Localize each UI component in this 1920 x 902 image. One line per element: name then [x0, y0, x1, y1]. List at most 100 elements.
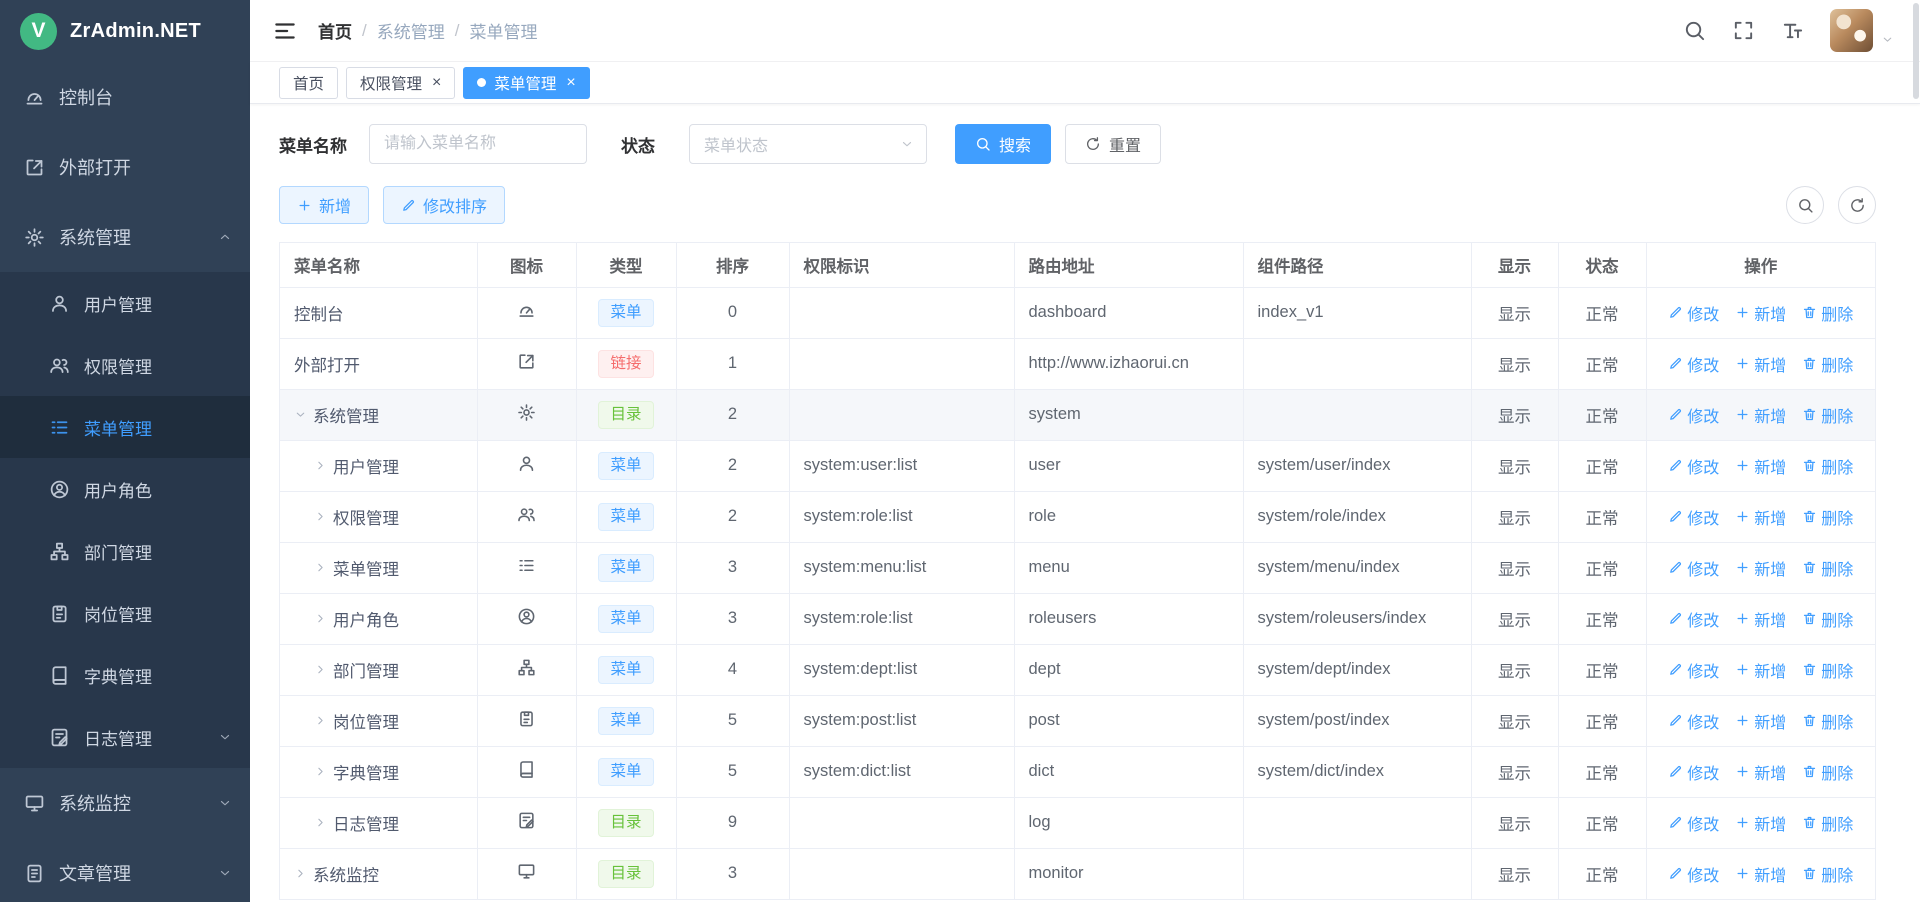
close-icon[interactable]: × [566, 75, 575, 91]
row-add-link[interactable]: 新增 [1735, 556, 1786, 580]
expand-caret-right-icon[interactable] [314, 459, 327, 472]
scrollbar-thumb[interactable] [1913, 3, 1919, 99]
row-edit-link[interactable]: 修改 [1668, 862, 1719, 886]
expand-caret-right-icon[interactable] [294, 867, 307, 880]
reset-button[interactable]: 重置 [1065, 124, 1161, 164]
row-actions: 修改新增删除 [1661, 811, 1862, 835]
sidebar-item-post[interactable]: 岗位管理 [0, 582, 250, 644]
type-tag: 菜单 [598, 656, 653, 684]
edit-icon [1668, 866, 1683, 881]
app-logo[interactable]: V ZrAdmin.NET [0, 0, 250, 62]
table-cell: 系统监控 [280, 848, 477, 899]
row-edit-link[interactable]: 修改 [1668, 658, 1719, 682]
menu-status-select[interactable]: 菜单状态 [689, 124, 927, 164]
avatar[interactable] [1830, 9, 1873, 52]
row-edit-link[interactable]: 修改 [1668, 811, 1719, 835]
sidebar-item-menu[interactable]: 菜单管理 [0, 396, 250, 458]
search-icon[interactable] [1683, 19, 1706, 42]
row-actions: 修改新增删除 [1661, 556, 1862, 580]
fullscreen-icon[interactable] [1732, 19, 1755, 42]
expand-caret-right-icon[interactable] [314, 816, 327, 829]
table-cell: 修改新增删除 [1646, 542, 1875, 593]
menu-name-input[interactable] [369, 124, 587, 164]
row-delete-link[interactable]: 删除 [1802, 352, 1853, 376]
font-size-icon[interactable] [1781, 19, 1804, 42]
tab-home[interactable]: 首页 [279, 67, 338, 99]
active-tab-dot [477, 78, 486, 87]
row-add-link[interactable]: 新增 [1735, 301, 1786, 325]
expand-caret-right-icon[interactable] [314, 765, 327, 778]
row-edit-link[interactable]: 修改 [1668, 709, 1719, 733]
row-edit-link[interactable]: 修改 [1668, 607, 1719, 631]
row-delete-link[interactable]: 删除 [1802, 556, 1853, 580]
row-delete-link[interactable]: 删除 [1802, 658, 1853, 682]
add-button[interactable]: 新增 [279, 186, 369, 224]
modify-sort-button[interactable]: 修改排序 [383, 186, 505, 224]
row-delete-link[interactable]: 删除 [1802, 505, 1853, 529]
sidebar-item-log[interactable]: 日志管理 [0, 706, 250, 768]
sidebar-item-monitor[interactable]: 系统监控 [0, 768, 250, 838]
type-tag: 菜单 [598, 299, 653, 327]
expand-caret-right-icon[interactable] [314, 612, 327, 625]
row-delete-link[interactable]: 删除 [1802, 607, 1853, 631]
page-scrollbar[interactable] [1912, 0, 1920, 902]
sidebar-item-dict[interactable]: 字典管理 [0, 644, 250, 706]
route-cell: dept [1014, 644, 1243, 695]
sidebar-item-dept[interactable]: 部门管理 [0, 520, 250, 582]
row-add-link[interactable]: 新增 [1735, 811, 1786, 835]
expand-caret-right-icon[interactable] [314, 663, 327, 676]
refresh-table-button[interactable] [1838, 186, 1876, 224]
row-delete-link[interactable]: 删除 [1802, 403, 1853, 427]
tab-menu[interactable]: 菜单管理× [463, 67, 589, 99]
row-add-link[interactable]: 新增 [1735, 505, 1786, 529]
row-delete-link[interactable]: 删除 [1802, 301, 1853, 325]
row-edit-link[interactable]: 修改 [1668, 352, 1719, 376]
row-delete-link[interactable]: 删除 [1802, 862, 1853, 886]
table-cell: 岗位管理 [280, 695, 477, 746]
row-add-link[interactable]: 新增 [1735, 607, 1786, 631]
expand-caret-right-icon[interactable] [314, 561, 327, 574]
row-edit-link[interactable]: 修改 [1668, 760, 1719, 784]
row-add-link[interactable]: 新增 [1735, 352, 1786, 376]
expand-caret-down-icon[interactable] [294, 408, 307, 421]
table-cell [477, 542, 576, 593]
row-add-link[interactable]: 新增 [1735, 454, 1786, 478]
close-icon[interactable]: × [432, 75, 441, 91]
row-add-link[interactable]: 新增 [1735, 760, 1786, 784]
sidebar-item-system[interactable]: 系统管理 [0, 202, 250, 272]
sidebar-item-external[interactable]: 外部打开 [0, 132, 250, 202]
row-edit-link[interactable]: 修改 [1668, 454, 1719, 478]
status-cell: 正常 [1558, 746, 1646, 797]
show-search-button[interactable] [1786, 186, 1824, 224]
sidebar-item-article[interactable]: 文章管理 [0, 838, 250, 902]
row-add-link[interactable]: 新增 [1735, 403, 1786, 427]
visible-cell: 显示 [1471, 797, 1558, 848]
sidebar-item-role[interactable]: 权限管理 [0, 334, 250, 396]
search-button[interactable]: 搜索 [955, 124, 1051, 164]
row-edit-link[interactable]: 修改 [1668, 403, 1719, 427]
menu-icon [517, 556, 536, 575]
sidebar-item-user[interactable]: 用户管理 [0, 272, 250, 334]
row-delete-link[interactable]: 删除 [1802, 709, 1853, 733]
breadcrumb-item[interactable]: 首页 [318, 18, 352, 43]
sidebar-item-roleusers[interactable]: 用户角色 [0, 458, 250, 520]
row-delete-link[interactable]: 删除 [1802, 811, 1853, 835]
row-add-link[interactable]: 新增 [1735, 709, 1786, 733]
component-cell [1243, 797, 1471, 848]
row-delete-link[interactable]: 删除 [1802, 454, 1853, 478]
row-delete-link[interactable]: 删除 [1802, 760, 1853, 784]
table-cell: 菜单 [576, 287, 676, 338]
row-edit-link[interactable]: 修改 [1668, 301, 1719, 325]
logo-badge-icon: V [20, 13, 57, 50]
menu-fold-icon[interactable] [272, 18, 298, 44]
row-add-link[interactable]: 新增 [1735, 862, 1786, 886]
expand-caret-right-icon[interactable] [314, 510, 327, 523]
row-edit-link[interactable]: 修改 [1668, 556, 1719, 580]
component-cell: system/roleusers/index [1243, 593, 1471, 644]
tab-role[interactable]: 权限管理× [346, 67, 455, 99]
user-avatar-menu[interactable] [1830, 9, 1894, 52]
row-edit-link[interactable]: 修改 [1668, 505, 1719, 529]
expand-caret-right-icon[interactable] [314, 714, 327, 727]
sidebar-item-console[interactable]: 控制台 [0, 62, 250, 132]
row-add-link[interactable]: 新增 [1735, 658, 1786, 682]
